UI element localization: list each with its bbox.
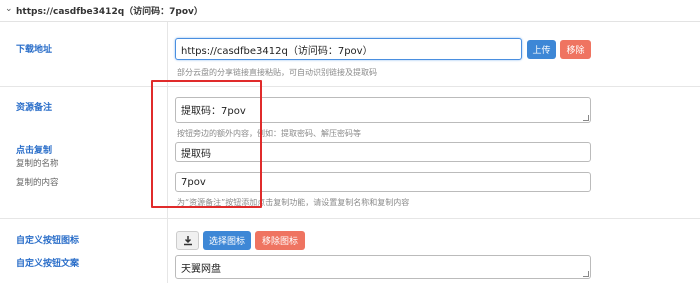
copy-label: 点击复制 — [16, 146, 53, 156]
section-title: https://casdfbe3412q（访问码：7pov） — [16, 7, 203, 17]
download-label: 下载地址 — [16, 45, 53, 55]
download-url-value: https://casdfbe3412q（访问码：7pov） — [181, 45, 373, 57]
section-header[interactable]: ⌄ https://casdfbe3412q（访问码：7pov） — [0, 0, 700, 22]
download-url-input[interactable]: https://casdfbe3412q（访问码：7pov） — [175, 38, 522, 60]
custom-icon-label: 自定义按钮图标 — [16, 236, 80, 246]
copy-content-label: 复制的内容 — [16, 178, 59, 188]
chevron-down-icon[interactable]: ⌄ — [5, 4, 13, 14]
custom-text-textarea[interactable]: 天翼网盘 — [175, 255, 591, 279]
resize-handle-icon[interactable] — [583, 271, 589, 277]
download-icon[interactable] — [176, 231, 199, 250]
upload-button[interactable]: 上传 — [527, 40, 556, 59]
annotation-highlight-box — [151, 80, 262, 208]
row-divider — [0, 86, 700, 87]
custom-text-label: 自定义按钮文案 — [16, 259, 80, 269]
resize-handle-icon[interactable] — [583, 115, 589, 121]
remove-button[interactable]: 移除 — [560, 40, 591, 59]
select-icon-button[interactable]: 选择图标 — [203, 231, 251, 250]
copy-name-label: 复制的名称 — [16, 159, 59, 169]
row-divider — [0, 218, 700, 219]
custom-text-value: 天翼网盘 — [181, 264, 221, 275]
download-help-text: 部分云盘的分享链接直接粘贴，可自动识别链接及提取码 — [177, 68, 377, 77]
remove-icon-button[interactable]: 移除图标 — [255, 231, 305, 250]
note-label: 资源备注 — [16, 103, 53, 113]
